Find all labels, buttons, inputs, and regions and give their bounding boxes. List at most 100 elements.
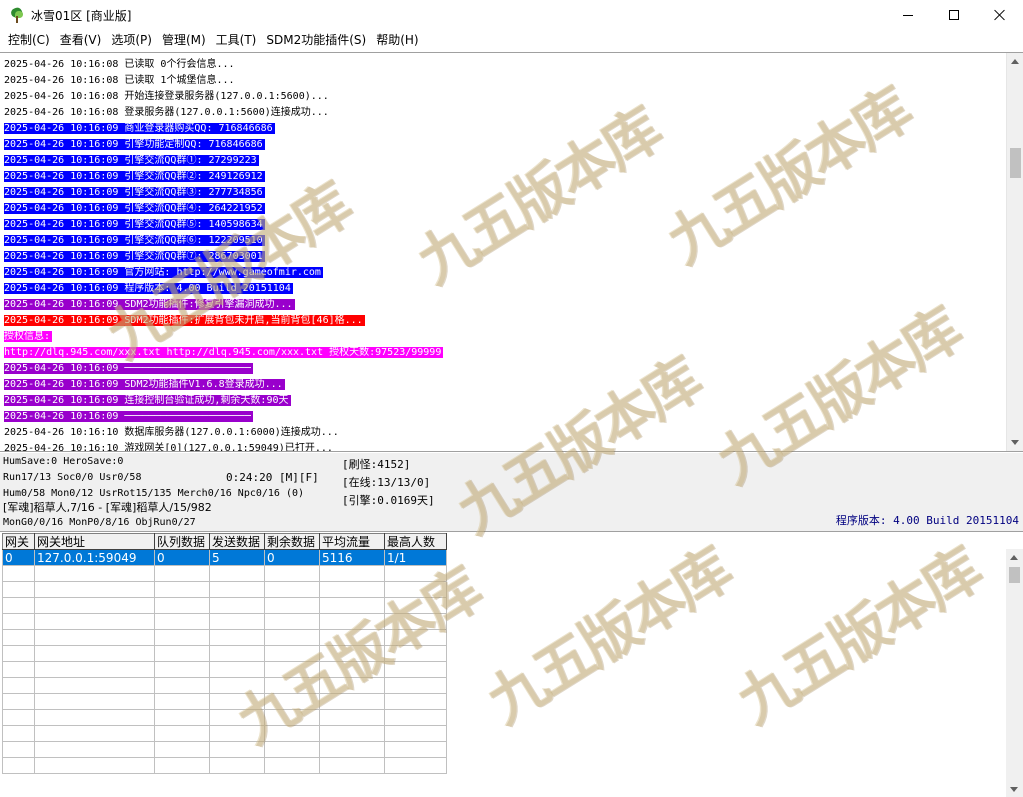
log-line: 2025-04-26 10:16:09 SDM2功能插件:扩展背包未开启,当前背… bbox=[4, 313, 443, 329]
column-header[interactable]: 发送数据 bbox=[209, 533, 265, 550]
log-line-text: 2025-04-26 10:16:09 引擎交流QQ群④: 264221952 bbox=[4, 203, 265, 214]
log-line-text: 2025-04-26 10:16:09 SDM2功能插件V1.6.8登录成功..… bbox=[4, 379, 285, 390]
window-title: 冰雪01区 [商业版] bbox=[31, 8, 132, 23]
table-cell bbox=[34, 581, 155, 598]
table-cell bbox=[209, 645, 265, 662]
table-cell bbox=[34, 709, 155, 726]
column-header[interactable]: 最高人数 bbox=[384, 533, 447, 550]
table-cell: 5116 bbox=[319, 549, 385, 566]
log-line-text: 2025-04-26 10:16:09 引擎交流QQ群①: 27299223 bbox=[4, 155, 259, 166]
column-header[interactable]: 网关地址 bbox=[34, 533, 155, 550]
close-button[interactable] bbox=[977, 0, 1023, 30]
log-line: 2025-04-26 10:16:09 商业登录器购买QQ: 716846686 bbox=[4, 121, 443, 137]
status-save: HumSave:0 HeroSave:0 bbox=[3, 456, 124, 467]
scroll-down-icon[interactable] bbox=[1011, 440, 1019, 445]
table-cell bbox=[384, 725, 447, 742]
table-row[interactable] bbox=[2, 677, 447, 694]
table-cell bbox=[209, 581, 265, 598]
log-line-text: 2025-04-26 10:16:10 游戏网关[0](127.0.0.1:59… bbox=[4, 443, 333, 452]
table-cell bbox=[384, 565, 447, 582]
log-line: 2025-04-26 10:16:10 数据库服务器(127.0.0.1:600… bbox=[4, 425, 443, 441]
table-cell bbox=[154, 629, 210, 646]
column-header[interactable]: 网关 bbox=[2, 533, 35, 550]
table-cell bbox=[264, 661, 320, 678]
table-cell bbox=[319, 565, 385, 582]
scroll-up-icon[interactable] bbox=[1011, 59, 1019, 64]
log-scroll-thumb[interactable] bbox=[1010, 148, 1021, 178]
log-scrollbar[interactable] bbox=[1006, 53, 1023, 451]
log-line-text: http://dlq.945.com/xxx.txt http://dlq.94… bbox=[4, 347, 444, 358]
table-cell bbox=[209, 597, 265, 614]
column-header[interactable]: 队列数据 bbox=[154, 533, 210, 550]
close-icon bbox=[994, 9, 1006, 21]
grid-scrollbar[interactable] bbox=[1006, 549, 1023, 797]
grid-scroll-thumb[interactable] bbox=[1009, 567, 1020, 583]
table-row[interactable]: 0 127.0.0.1:59049 0 5 0 5116 1/1 bbox=[2, 549, 447, 566]
table-cell bbox=[384, 693, 447, 710]
log-line: 2025-04-26 10:16:09 ────────────────────… bbox=[4, 409, 443, 425]
log-line: 2025-04-26 10:16:09 SDM2功能插件V1.6.8登录成功..… bbox=[4, 377, 443, 393]
menu-tools[interactable]: 工具(T) bbox=[211, 30, 262, 51]
table-cell bbox=[34, 741, 155, 758]
table-cell bbox=[264, 741, 320, 758]
menu-options[interactable]: 选项(P) bbox=[106, 30, 157, 51]
status-time: 0:24:20 [M][F] bbox=[226, 471, 319, 484]
table-row[interactable] bbox=[2, 581, 447, 598]
menu-help[interactable]: 帮助(H) bbox=[371, 30, 423, 51]
log-line: 2025-04-26 10:16:09 引擎交流QQ群⑦: 286703001 bbox=[4, 249, 443, 265]
log-line-text: 2025-04-26 10:16:08 登录服务器(127.0.0.1:5600… bbox=[4, 107, 329, 118]
table-cell bbox=[384, 757, 447, 774]
table-cell bbox=[2, 661, 35, 678]
table-row[interactable] bbox=[2, 613, 447, 630]
table-row[interactable] bbox=[2, 693, 447, 710]
table-row[interactable] bbox=[2, 565, 447, 582]
table-cell: 0 bbox=[264, 549, 320, 566]
menu-manage[interactable]: 管理(M) bbox=[157, 30, 211, 51]
table-cell bbox=[154, 725, 210, 742]
log-line: 2025-04-26 10:16:08 登录服务器(127.0.0.1:5600… bbox=[4, 105, 443, 121]
gateway-grid[interactable]: 网关 网关地址 队列数据 发送数据 剩余数据 平均流量 最高人数 0 127.0.0.1:59… bbox=[0, 531, 1023, 797]
grid-scroll-up-icon[interactable] bbox=[1010, 555, 1018, 560]
table-cell bbox=[154, 661, 210, 678]
maximize-button[interactable] bbox=[931, 0, 977, 30]
column-header[interactable]: 剩余数据 bbox=[264, 533, 320, 550]
table-cell bbox=[2, 693, 35, 710]
table-row[interactable] bbox=[2, 709, 447, 726]
table-row[interactable] bbox=[2, 629, 447, 646]
minimize-button[interactable] bbox=[885, 0, 931, 30]
table-row[interactable] bbox=[2, 757, 447, 774]
table-cell bbox=[319, 645, 385, 662]
log-panel[interactable]: 2025-04-26 10:16:08 已读取 0个行会信息... 2025-04… bbox=[0, 52, 1023, 452]
table-cell bbox=[264, 709, 320, 726]
menu-bar: 控制(C) 查看(V) 选项(P) 管理(M) 工具(T) SDM2功能插件(S… bbox=[0, 30, 1023, 51]
table-cell bbox=[34, 597, 155, 614]
table-cell bbox=[2, 597, 35, 614]
column-header[interactable]: 平均流量 bbox=[319, 533, 385, 550]
tree-icon bbox=[9, 6, 25, 23]
table-row[interactable] bbox=[2, 661, 447, 678]
table-row[interactable] bbox=[2, 597, 447, 614]
table-cell bbox=[209, 677, 265, 694]
table-cell bbox=[34, 565, 155, 582]
log-line-text: 2025-04-26 10:16:09 连接控制台验证成功,剩余天数:90天 bbox=[4, 395, 291, 406]
log-line: 2025-04-26 10:16:08 开始连接登录服务器(127.0.0.1:… bbox=[4, 89, 443, 105]
status-engine: [引擎:0.0169天] bbox=[342, 494, 435, 507]
table-cell bbox=[34, 725, 155, 742]
table-cell bbox=[34, 693, 155, 710]
menu-view[interactable]: 查看(V) bbox=[55, 30, 107, 51]
log-line: 2025-04-26 10:16:09 ────────────────────… bbox=[4, 361, 443, 377]
table-cell bbox=[2, 677, 35, 694]
table-row[interactable] bbox=[2, 725, 447, 742]
table-cell bbox=[2, 757, 35, 774]
table-cell: 0 bbox=[154, 549, 210, 566]
table-row[interactable] bbox=[2, 645, 447, 662]
table-cell: 1/1 bbox=[384, 549, 447, 566]
menu-control[interactable]: 控制(C) bbox=[3, 30, 55, 51]
table-cell bbox=[209, 709, 265, 726]
menu-sdm2-plugin[interactable]: SDM2功能插件(S) bbox=[261, 30, 371, 51]
grid-scroll-down-icon[interactable] bbox=[1010, 787, 1018, 792]
table-cell bbox=[209, 565, 265, 582]
table-cell bbox=[209, 741, 265, 758]
status-refresh-monster: [刷怪:4152] bbox=[342, 458, 411, 471]
table-row[interactable] bbox=[2, 741, 447, 758]
